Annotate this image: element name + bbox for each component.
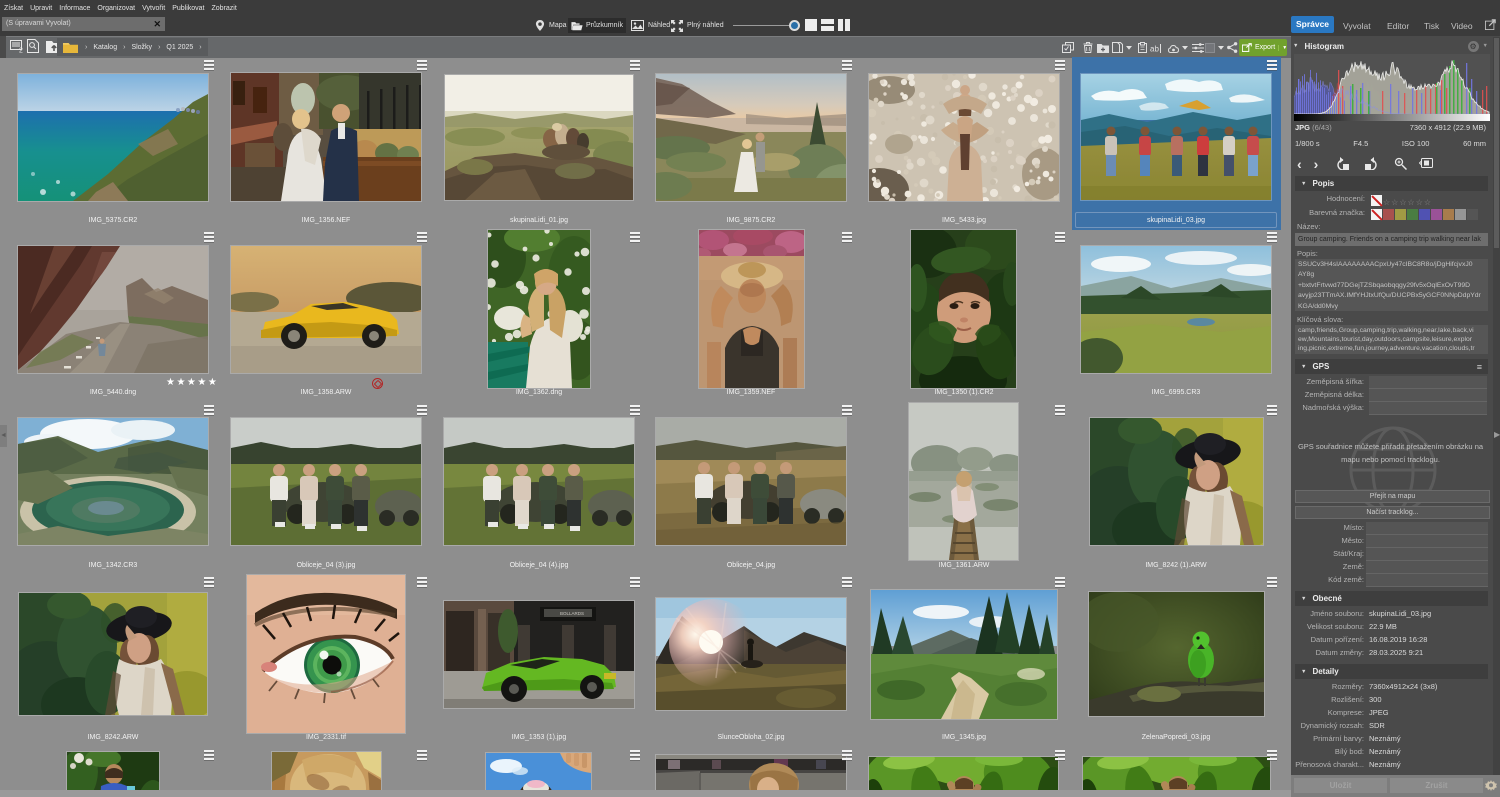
svg-text:BOLLARDS: BOLLARDS [560, 611, 584, 616]
